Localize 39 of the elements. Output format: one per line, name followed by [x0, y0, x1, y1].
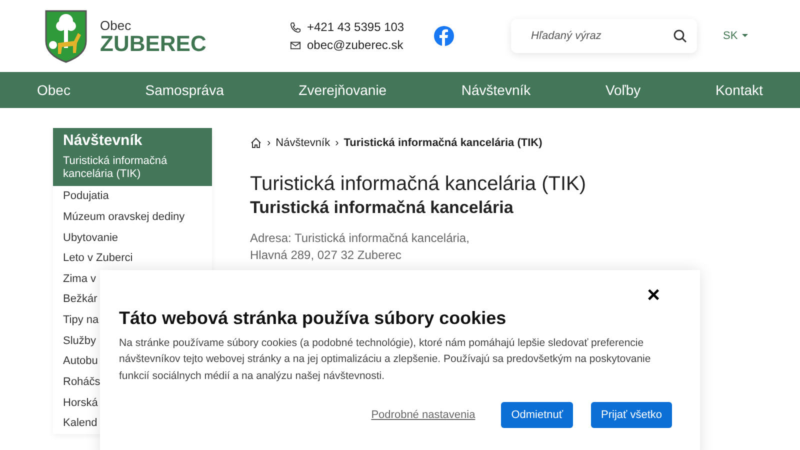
breadcrumb-separator: › — [335, 137, 339, 149]
page-title: Turistická informačná kancelária (TIK) — [250, 173, 588, 196]
nav-link[interactable]: Obec — [37, 82, 70, 98]
close-button[interactable]: × — [647, 284, 672, 306]
dialog-title: Táto webová stránka používa súbory cookies — [119, 308, 508, 329]
breadcrumb-separator: › — [267, 137, 271, 149]
sidebar-title: Návštevník — [53, 128, 212, 151]
settings-link[interactable]: Podrobné nastavenia — [371, 408, 476, 421]
sidebar-item[interactable]: Múzeum oravskej dediny — [53, 206, 212, 228]
coat-of-arms-drawing — [44, 9, 88, 63]
sidebar-item[interactable]: Ubytovanie — [53, 228, 212, 248]
dialog-button[interactable]: Prijať všetko — [591, 402, 672, 428]
logo-title[interactable]: ZUBEREC — [100, 32, 206, 54]
sidebar-item[interactable]: Podujatia — [53, 186, 212, 207]
home-icon[interactable] — [250, 137, 262, 149]
sidebar-item[interactable]: Turistická informačná kancelária (TIK) — [53, 151, 212, 186]
facebook-icon[interactable] — [434, 26, 454, 46]
breadcrumb-link[interactable]: Návštevník — [276, 137, 330, 149]
address-line: Adresa: Turistická informačná kancelária, — [250, 230, 470, 247]
dialog-button[interactable]: Odmietnuť — [501, 402, 574, 428]
nav-link[interactable]: Kontakt — [715, 82, 763, 98]
phone-number[interactable]: +421 43 5395 103 — [307, 20, 404, 34]
logo-subtitle: Obec — [100, 18, 132, 32]
search-field[interactable]: Hľadaný výraz — [529, 29, 673, 43]
search-icon[interactable] — [673, 29, 687, 43]
email-address[interactable]: obec@zuberec.sk — [307, 38, 404, 52]
page-subtitle: Turistická informačná kancelária — [250, 198, 514, 218]
language-selector[interactable]: SK — [723, 30, 748, 42]
dialog-text: Na stránke používame súbory cookies (a podobné technológie), ktoré nám pomáhajú lepšie sledovať preferencie návštevníkov tejto webovej stránky a na jej optimalizáciu a zlepšenie. Používajú sa predovšetkým na poskytovanie funkcií sociálnych médií a na analýzu našej návštevnosti. — [119, 336, 652, 384]
mail-icon — [290, 40, 301, 50]
nav-link[interactable]: Samospráva — [145, 82, 224, 98]
sidebar-item[interactable]: Leto v Zuberci — [53, 248, 212, 269]
breadcrumb-current: Turistická informačná kancelária (TIK) — [344, 137, 542, 149]
nav-link[interactable]: Návštevník — [461, 82, 531, 98]
nav-link[interactable]: Voľby — [605, 82, 641, 98]
caret-icon[interactable] — [742, 34, 748, 38]
nav-link[interactable]: Zverejňovanie — [298, 82, 387, 98]
address-line: Hlavná 289, 027 32 Zuberec — [250, 246, 402, 264]
phone-icon — [290, 22, 301, 32]
